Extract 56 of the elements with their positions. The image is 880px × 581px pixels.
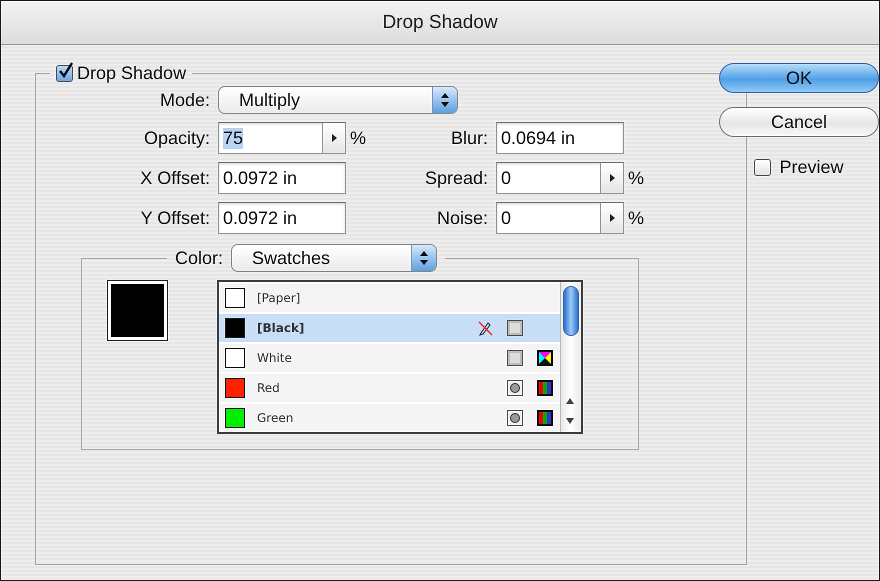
color-popup[interactable]: Swatches [231, 244, 438, 272]
ok-button[interactable]: OK [719, 63, 879, 93]
field-label: X Offset: [139, 168, 211, 188]
swatch-row[interactable]: White [219, 344, 560, 372]
cmyk-icon [537, 350, 553, 366]
swatch-row[interactable]: [Black] [219, 314, 560, 342]
checkbox-label: Drop Shadow [77, 63, 186, 84]
checkbox[interactable] [56, 65, 73, 82]
field-label: Opacity: [142, 128, 211, 148]
spot-color-icon [507, 380, 523, 396]
field-label: Noise: [436, 208, 489, 228]
swatch-name: Green [257, 411, 294, 425]
swatch-name: [Paper] [257, 291, 302, 305]
unit-label: % [628, 168, 644, 188]
input-field[interactable]: 0.0694 in [496, 122, 624, 154]
field-value: 75 [223, 128, 244, 148]
popup-arrows-icon [432, 87, 457, 113]
rgb-icon [537, 410, 553, 426]
stepper-icon[interactable] [322, 123, 345, 153]
field-value: 0.0694 in [501, 128, 576, 148]
checkbox-label: Preview [779, 157, 844, 178]
unit-label: % [628, 208, 644, 228]
field-label: Blur: [450, 128, 489, 148]
cancel-button[interactable]: Cancel [719, 107, 879, 137]
field-label: Mode: [158, 90, 211, 110]
stepper-icon[interactable] [600, 163, 623, 193]
field-label: Spread: [424, 168, 489, 188]
unit-label: % [350, 128, 366, 148]
input-field[interactable]: 75 [218, 122, 346, 154]
popup-arrows-icon [411, 245, 436, 271]
field-label: Color: [175, 248, 224, 268]
rgb-icon [537, 380, 553, 396]
input-field[interactable]: 0 [496, 162, 624, 194]
swatch-name: [Black] [257, 321, 306, 335]
scrollbar[interactable] [560, 282, 581, 432]
swatch-name: White [257, 351, 293, 365]
mode-popup[interactable]: Multiply [218, 86, 458, 114]
input-field[interactable]: 0.0972 in [218, 162, 346, 194]
swatch-row[interactable]: Red [219, 374, 560, 402]
swatch-row[interactable]: [Paper] [219, 284, 560, 312]
swatch-name: Red [257, 381, 281, 395]
input-field[interactable]: 0 [496, 202, 624, 234]
field-label: Y Offset: [140, 208, 211, 228]
window-title: Drop Shadow [382, 12, 498, 34]
input-field[interactable]: 0.0972 in [218, 202, 346, 234]
swatch-row[interactable]: Green [219, 404, 560, 432]
process-color-icon [507, 350, 523, 366]
field-value: 0 [501, 208, 512, 228]
field-value: 0.0972 in [223, 168, 298, 188]
color-preview [107, 280, 168, 341]
checkbox[interactable] [754, 159, 772, 176]
spot-color-icon [507, 410, 523, 426]
process-color-icon [507, 320, 523, 336]
stepper-icon[interactable] [600, 203, 623, 233]
field-value: 0.0972 in [223, 208, 298, 228]
field-value: 0 [501, 168, 512, 188]
